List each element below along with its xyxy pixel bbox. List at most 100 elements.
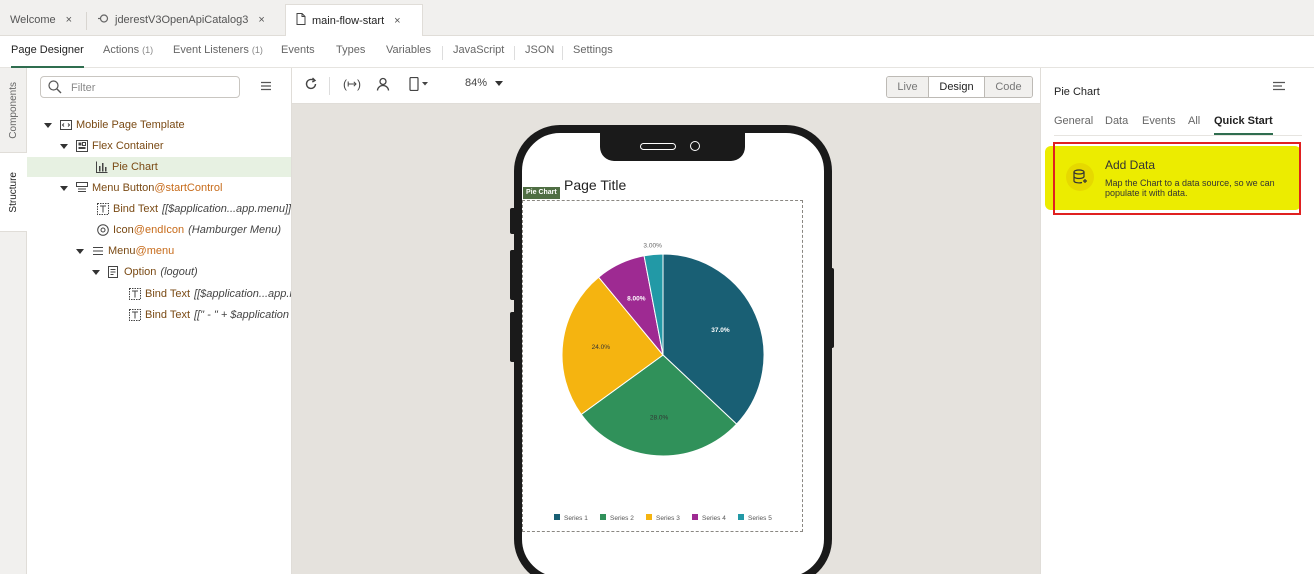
nav-label: Variables: [386, 44, 432, 56]
nav-settings[interactable]: Settings: [573, 44, 613, 64]
tab-divider: [86, 12, 87, 30]
page-editor-nav: Page Designer Actions (1) Event Listener…: [0, 36, 1314, 68]
toolbar-divider: [329, 77, 330, 95]
nav-json[interactable]: JSON: [525, 44, 554, 64]
tree-item-label: Menu Button: [92, 182, 155, 194]
tree-item-mobile-page-template[interactable]: Mobile Page Template: [27, 115, 291, 135]
mode-design-button[interactable]: Design: [929, 77, 985, 97]
user-icon[interactable]: [376, 77, 390, 94]
chevron-down-icon[interactable]: [76, 248, 84, 254]
nav-divider: [514, 46, 515, 60]
nav-actions[interactable]: Actions (1): [103, 44, 153, 64]
menu-icon: [92, 245, 104, 257]
filter-field[interactable]: [40, 76, 240, 98]
legend-label: Series 4: [702, 515, 726, 522]
vtab-components[interactable]: Components: [0, 68, 27, 152]
filter-input[interactable]: [71, 80, 231, 95]
chevron-down-icon[interactable]: [92, 269, 100, 275]
phone-speaker: [640, 143, 676, 150]
tree-item-arg: (logout): [160, 266, 198, 278]
tree-item-label: Pie Chart: [112, 161, 158, 173]
nav-count: (1): [142, 45, 154, 55]
tab-jderest-catalog[interactable]: jderestV3OpenApiCatalog3 ×: [88, 4, 284, 36]
refresh-icon[interactable]: [304, 77, 318, 94]
bind-text-icon: [129, 288, 141, 300]
tab-welcome[interactable]: Welcome ×: [0, 4, 87, 36]
template-icon: [60, 119, 72, 131]
nav-javascript[interactable]: JavaScript: [453, 44, 504, 64]
tree-item-menu[interactable]: Menu @menu: [27, 241, 291, 261]
pie-chart-component[interactable]: 37.0% 28.0% 24.0% 8.00% 3.00% Series 1 Series …: [522, 200, 803, 532]
tree-item-label: Bind Text: [145, 309, 191, 321]
tree-item-pie-chart[interactable]: Pie Chart: [27, 157, 291, 177]
legend-label: Series 2: [610, 515, 634, 522]
tree-item-ref: @endIcon: [133, 224, 185, 236]
tree-item-label: Menu: [108, 245, 136, 257]
bar-chart-icon: [96, 161, 108, 173]
chevron-down-icon[interactable]: [44, 122, 52, 128]
tab-data[interactable]: Data: [1105, 115, 1128, 127]
close-icon[interactable]: ×: [66, 14, 72, 26]
tree-item-icon[interactable]: Icon @endIcon (Hamburger Menu): [27, 220, 291, 240]
tab-events[interactable]: Events: [1142, 115, 1176, 127]
zoom-select[interactable]: 84%: [465, 77, 504, 89]
tree-item-option[interactable]: Option (logout): [27, 262, 291, 282]
close-icon[interactable]: ×: [394, 15, 400, 27]
close-icon[interactable]: ×: [258, 14, 264, 26]
nav-count: (1): [251, 45, 263, 55]
nav-types[interactable]: Types: [336, 44, 365, 64]
design-canvas: (↦) 84% Live Design Code Page Title Pie …: [292, 68, 1040, 574]
properties-title: Pie Chart: [1054, 86, 1100, 98]
nav-page-designer[interactable]: Page Designer: [11, 44, 84, 68]
mode-live-button[interactable]: Live: [887, 77, 929, 97]
legend-swatch: [646, 514, 652, 520]
add-data-description: Map the Chart to a data source, so we ca…: [1105, 178, 1275, 198]
vtab-structure[interactable]: Structure: [0, 152, 27, 232]
bind-text-icon: [97, 203, 109, 215]
chevron-down-icon[interactable]: [60, 143, 68, 149]
tree-item-arg: [[" - " + $application: [194, 309, 290, 321]
flex-container-icon: [76, 140, 88, 152]
tree-item-bind-text[interactable]: Bind Text [[$application...app.i: [27, 284, 291, 304]
legend-label: Series 3: [656, 515, 680, 522]
mode-code-button[interactable]: Code: [985, 77, 1032, 97]
document-icon: [296, 13, 306, 28]
tree-item-menu-button[interactable]: Menu Button @startControl: [27, 178, 291, 198]
nav-event-listeners[interactable]: Event Listeners (1): [173, 44, 263, 64]
nav-variables[interactable]: Variables: [386, 44, 431, 64]
structure-panel: Mobile Page Template Flex Container Pie …: [27, 68, 292, 574]
hamburger-menu-icon[interactable]: [260, 81, 272, 94]
tree-item-arg: [[$application...app.i: [194, 288, 291, 300]
panel-menu-icon[interactable]: [1272, 81, 1286, 94]
zoom-value: 84%: [465, 77, 488, 89]
variables-icon[interactable]: (↦): [343, 77, 361, 91]
pie-chart-badge: Pie Chart: [523, 187, 560, 199]
tree-item-label: Option: [124, 266, 157, 278]
legend-swatch: [554, 514, 560, 520]
vtab-label: Components: [8, 81, 19, 139]
view-mode-toggle: Live Design Code: [886, 76, 1033, 98]
tab-general[interactable]: General: [1054, 115, 1093, 127]
tree-item-bind-text[interactable]: Bind Text [[$application...app.menu]]: [27, 199, 291, 219]
tree-item-label: Bind Text: [145, 288, 191, 300]
pie-slice-label: 37.0%: [711, 327, 730, 334]
tab-quick-start[interactable]: Quick Start: [1214, 115, 1273, 135]
add-data-title[interactable]: Add Data: [1105, 158, 1155, 172]
tab-all[interactable]: All: [1188, 115, 1200, 127]
chevron-down-icon[interactable]: [60, 185, 68, 191]
tab-main-flow-start[interactable]: main-flow-start ×: [285, 4, 423, 36]
tree-item-label: Flex Container: [92, 140, 164, 152]
canvas-toolbar: (↦) 84% Live Design Code: [292, 68, 1040, 104]
tree-item-flex-container[interactable]: Flex Container: [27, 136, 291, 156]
device-icon[interactable]: [409, 76, 429, 94]
nav-label: Settings: [573, 44, 613, 56]
nav-events[interactable]: Events: [281, 44, 315, 64]
tree-item-bind-text[interactable]: Bind Text [[" - " + $application: [27, 305, 291, 325]
nav-label: Event Listeners: [173, 44, 249, 56]
tab-label: Welcome: [10, 14, 56, 26]
nav-label: Page Designer: [11, 44, 84, 56]
tree-item-ref: @startControl: [154, 182, 223, 194]
legend-swatch: [692, 514, 698, 520]
search-icon: [48, 80, 62, 94]
menu-button-icon: [76, 182, 88, 194]
